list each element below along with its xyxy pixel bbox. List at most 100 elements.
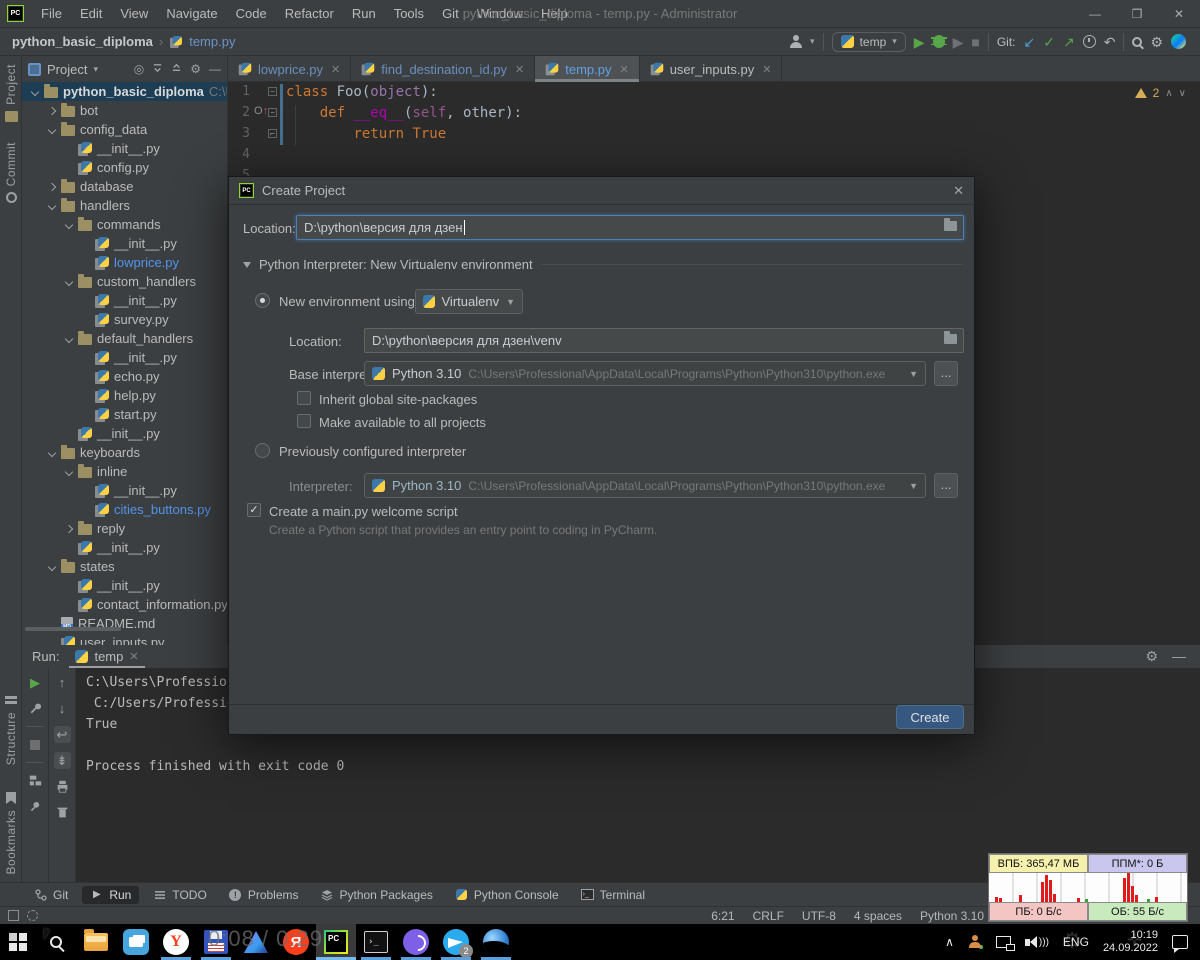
rerun-button[interactable]: ▶: [27, 674, 44, 691]
tree-item-states[interactable]: states: [22, 557, 227, 576]
previous-interpreter-radio[interactable]: [255, 443, 270, 458]
menu-navigate[interactable]: Navigate: [157, 0, 226, 28]
code-with-me-icon[interactable]: [1171, 34, 1186, 49]
tree-item-commands[interactable]: commands: [22, 215, 227, 234]
status-item-python-3-10[interactable]: Python 3.10: [920, 909, 984, 923]
menu-refactor[interactable]: Refactor: [276, 0, 343, 28]
make-available-checkbox[interactable]: [297, 414, 311, 428]
breadcrumb-project[interactable]: python_basic_diploma: [12, 34, 153, 49]
tree-item-config-data[interactable]: config_data: [22, 120, 227, 139]
close-icon[interactable]: ✕: [515, 63, 524, 76]
close-icon[interactable]: ✕: [331, 63, 340, 76]
browse-interpreter-button[interactable]: ...: [934, 473, 958, 498]
screen-recorder-icon[interactable]: [116, 924, 156, 960]
git-update-button[interactable]: ↙: [1024, 35, 1036, 49]
tree-item--init-py[interactable]: __init__.py: [22, 291, 227, 310]
run-tab-temp[interactable]: temp ✕: [69, 645, 144, 668]
next-warning-icon[interactable]: ∨: [1179, 88, 1186, 99]
tray-user-icon[interactable]: [968, 935, 984, 950]
git-commit-button[interactable]: ✓: [1043, 35, 1055, 49]
inherit-packages-checkbox[interactable]: [297, 391, 311, 405]
tree-chevron-open[interactable]: [47, 125, 57, 135]
dialog-close-icon[interactable]: ✕: [953, 183, 964, 199]
tree-item-help-py[interactable]: help.py: [22, 386, 227, 405]
tree-item--init-py[interactable]: __init__.py: [22, 576, 227, 595]
menu-help[interactable]: Help: [532, 0, 577, 28]
tree-item-bot[interactable]: bot: [22, 101, 227, 120]
toolwindow-button-run[interactable]: ▶ Run: [82, 885, 140, 904]
hide-tool-windows-icon[interactable]: [8, 910, 19, 921]
tree-item--init-py[interactable]: __init__.py: [22, 424, 227, 443]
tree-item--init-py[interactable]: __init__.py: [22, 538, 227, 557]
toolwindow-button-git[interactable]: Git: [26, 886, 76, 904]
dialog-title-bar[interactable]: PC Create Project ✕: [229, 177, 974, 205]
settings-gear-icon[interactable]: ⚙: [1150, 35, 1163, 49]
tree-chevron-open[interactable]: [64, 467, 74, 477]
browse-folder-icon[interactable]: [944, 218, 957, 231]
chevron-down-icon[interactable]: ▾: [93, 64, 98, 75]
tool-tab-structure[interactable]: Structure: [0, 696, 22, 765]
gear-icon[interactable]: ⚙: [1145, 648, 1158, 665]
tree-chevron-open[interactable]: [64, 220, 74, 230]
stop-button[interactable]: ■: [971, 35, 979, 49]
tree-item-contact-information-py[interactable]: contact_information.py: [22, 595, 227, 614]
stop-button[interactable]: [27, 736, 44, 753]
show-hidden-icons-chevron[interactable]: ∧: [945, 935, 954, 949]
tree-item-survey-py[interactable]: survey.py: [22, 310, 227, 329]
coverage-button[interactable]: ▶: [953, 35, 964, 49]
tree-chevron-open[interactable]: [47, 448, 57, 458]
tree-chevron-open[interactable]: [47, 562, 57, 572]
interpreter-section-header[interactable]: Python Interpreter: New Virtualenv envir…: [243, 257, 963, 272]
tree-item-reply[interactable]: reply: [22, 519, 227, 538]
tree-item-handlers[interactable]: handlers: [22, 196, 227, 215]
toolwindow-button-todo[interactable]: TODO: [145, 886, 214, 904]
tree-chevron-closed[interactable]: [47, 182, 57, 192]
menu-view[interactable]: View: [111, 0, 157, 28]
tree-chevron-open[interactable]: [30, 87, 40, 97]
run-button[interactable]: ▶: [914, 35, 925, 49]
gear-icon[interactable]: ⚙: [190, 62, 201, 76]
browser-swoosh-icon[interactable]: [476, 924, 516, 960]
tree-chevron-closed[interactable]: [47, 106, 57, 116]
wrench-icon[interactable]: [27, 700, 44, 717]
tool-tab-project[interactable]: Project: [0, 64, 22, 122]
tree-item-custom-handlers[interactable]: custom_handlers: [22, 272, 227, 291]
status-item-crlf[interactable]: CRLF: [753, 909, 784, 923]
venv-location-input[interactable]: D:\python\версия для дзен\venv: [364, 328, 964, 353]
fold-collapse-icon[interactable]: −: [268, 108, 277, 117]
chevron-down-icon[interactable]: ▾: [810, 36, 815, 47]
hide-panel-icon[interactable]: —: [209, 62, 221, 76]
location-input[interactable]: D:\python\версия для дзен: [296, 215, 964, 240]
taskbar-search-button[interactable]: [36, 924, 76, 960]
print-icon[interactable]: [54, 778, 71, 795]
toolwindow-button-terminal[interactable]: ›_ Terminal: [573, 886, 653, 904]
command-prompt-icon[interactable]: ›_: [356, 924, 396, 960]
history-icon[interactable]: [1082, 35, 1096, 48]
soft-wrap-icon[interactable]: ↩: [53, 726, 71, 743]
env-type-select[interactable]: Virtualenv ▼: [415, 289, 523, 314]
menu-code[interactable]: Code: [227, 0, 276, 28]
tree-chevron-open[interactable]: [64, 277, 74, 287]
tree-item-inline[interactable]: inline: [22, 462, 227, 481]
close-icon[interactable]: ✕: [762, 63, 771, 76]
base-interpreter-select[interactable]: Python 3.10 C:\Users\Professional\AppDat…: [364, 361, 926, 386]
layout-icon[interactable]: [27, 772, 44, 789]
tree-chevron-open[interactable]: [64, 334, 74, 344]
rollback-icon[interactable]: ↶: [1104, 35, 1116, 49]
volume-icon[interactable]: ))): [1024, 936, 1049, 948]
net-monitor-widget[interactable]: ВПБ: 365,47 МБ ППМ*: 0 Б ПБ: 0 Б/с ОБ: 5…: [988, 853, 1188, 922]
code-line-2[interactable]: 2 O↑ − def __eq__(self, other):: [228, 103, 1200, 124]
status-item-6-21[interactable]: 6:21: [711, 909, 734, 923]
tree-item-lowprice-py[interactable]: lowprice.py: [22, 253, 227, 272]
code-line-3[interactable]: 3 ⌐ return True: [228, 124, 1200, 145]
code-line-4[interactable]: 4: [228, 145, 1200, 166]
editor-tab-user-inputs-py[interactable]: user_inputs.py ✕: [640, 56, 783, 82]
toolwindow-button-problems[interactable]: ! Problems: [221, 886, 307, 904]
network-icon[interactable]: [995, 936, 1015, 951]
tree-item-config-py[interactable]: config.py: [22, 158, 227, 177]
editor-tab-temp-py[interactable]: temp.py ✕: [535, 56, 640, 82]
tree-item--init-py[interactable]: __init__.py: [22, 139, 227, 158]
close-button[interactable]: ✕: [1158, 0, 1200, 27]
status-item-4-spaces[interactable]: 4 spaces: [854, 909, 902, 923]
collapse-triangle-icon[interactable]: [243, 261, 251, 268]
